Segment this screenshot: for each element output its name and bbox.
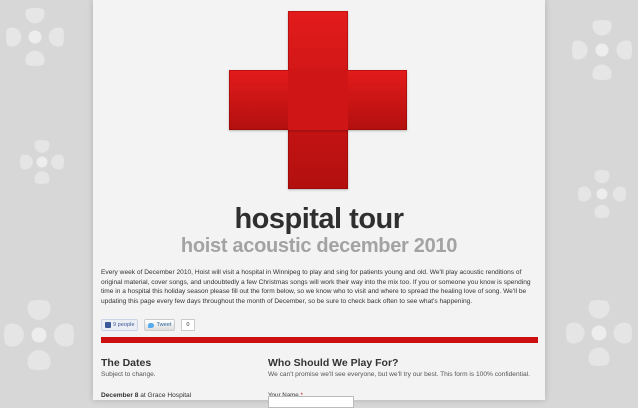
- dates-heading: The Dates: [101, 357, 152, 369]
- tweet-button[interactable]: Tweet: [144, 319, 176, 331]
- red-cross-logo: [229, 11, 407, 189]
- date-entry-date: December 8: [101, 392, 139, 399]
- background-flower-decoration: [572, 20, 632, 80]
- intro-paragraph: Every week of December 2010, Hoist will …: [101, 269, 531, 305]
- date-entry: December 8 at Grace Hospital: [101, 392, 251, 399]
- page-subtitle: hoist acoustic december 2010: [180, 235, 458, 257]
- form-note: We can't promise we'll see everyone, but…: [268, 371, 530, 378]
- section-divider: [101, 337, 538, 343]
- background-flower-decoration: [6, 8, 64, 66]
- name-input[interactable]: [268, 396, 354, 408]
- background-flower-decoration: [20, 140, 64, 184]
- date-entry-location: at Grace Hospital: [138, 392, 192, 399]
- tweet-label: Tweet: [156, 322, 172, 328]
- social-buttons: 9 people Tweet 0: [101, 319, 195, 331]
- twitter-bird-icon: [148, 322, 155, 328]
- background-flower-decoration: [4, 300, 74, 370]
- tweet-count: 0: [181, 319, 195, 331]
- form-heading: Who Should We Play For?: [268, 357, 399, 369]
- dates-note: Subject to change.: [101, 371, 156, 378]
- background-flower-decoration: [566, 300, 632, 366]
- background-flower-decoration: [578, 170, 626, 218]
- thumbs-up-icon: [105, 322, 111, 328]
- page-container: hospital tour hoist acoustic december 20…: [93, 0, 545, 408]
- dates-section: The Dates Subject to change. December 8 …: [101, 357, 251, 399]
- like-count-label: 9 people: [113, 322, 135, 328]
- facebook-like-button[interactable]: 9 people: [101, 319, 139, 331]
- request-form: Who Should We Play For? We can't promise…: [268, 357, 538, 408]
- page-title: hospital tour: [234, 203, 404, 235]
